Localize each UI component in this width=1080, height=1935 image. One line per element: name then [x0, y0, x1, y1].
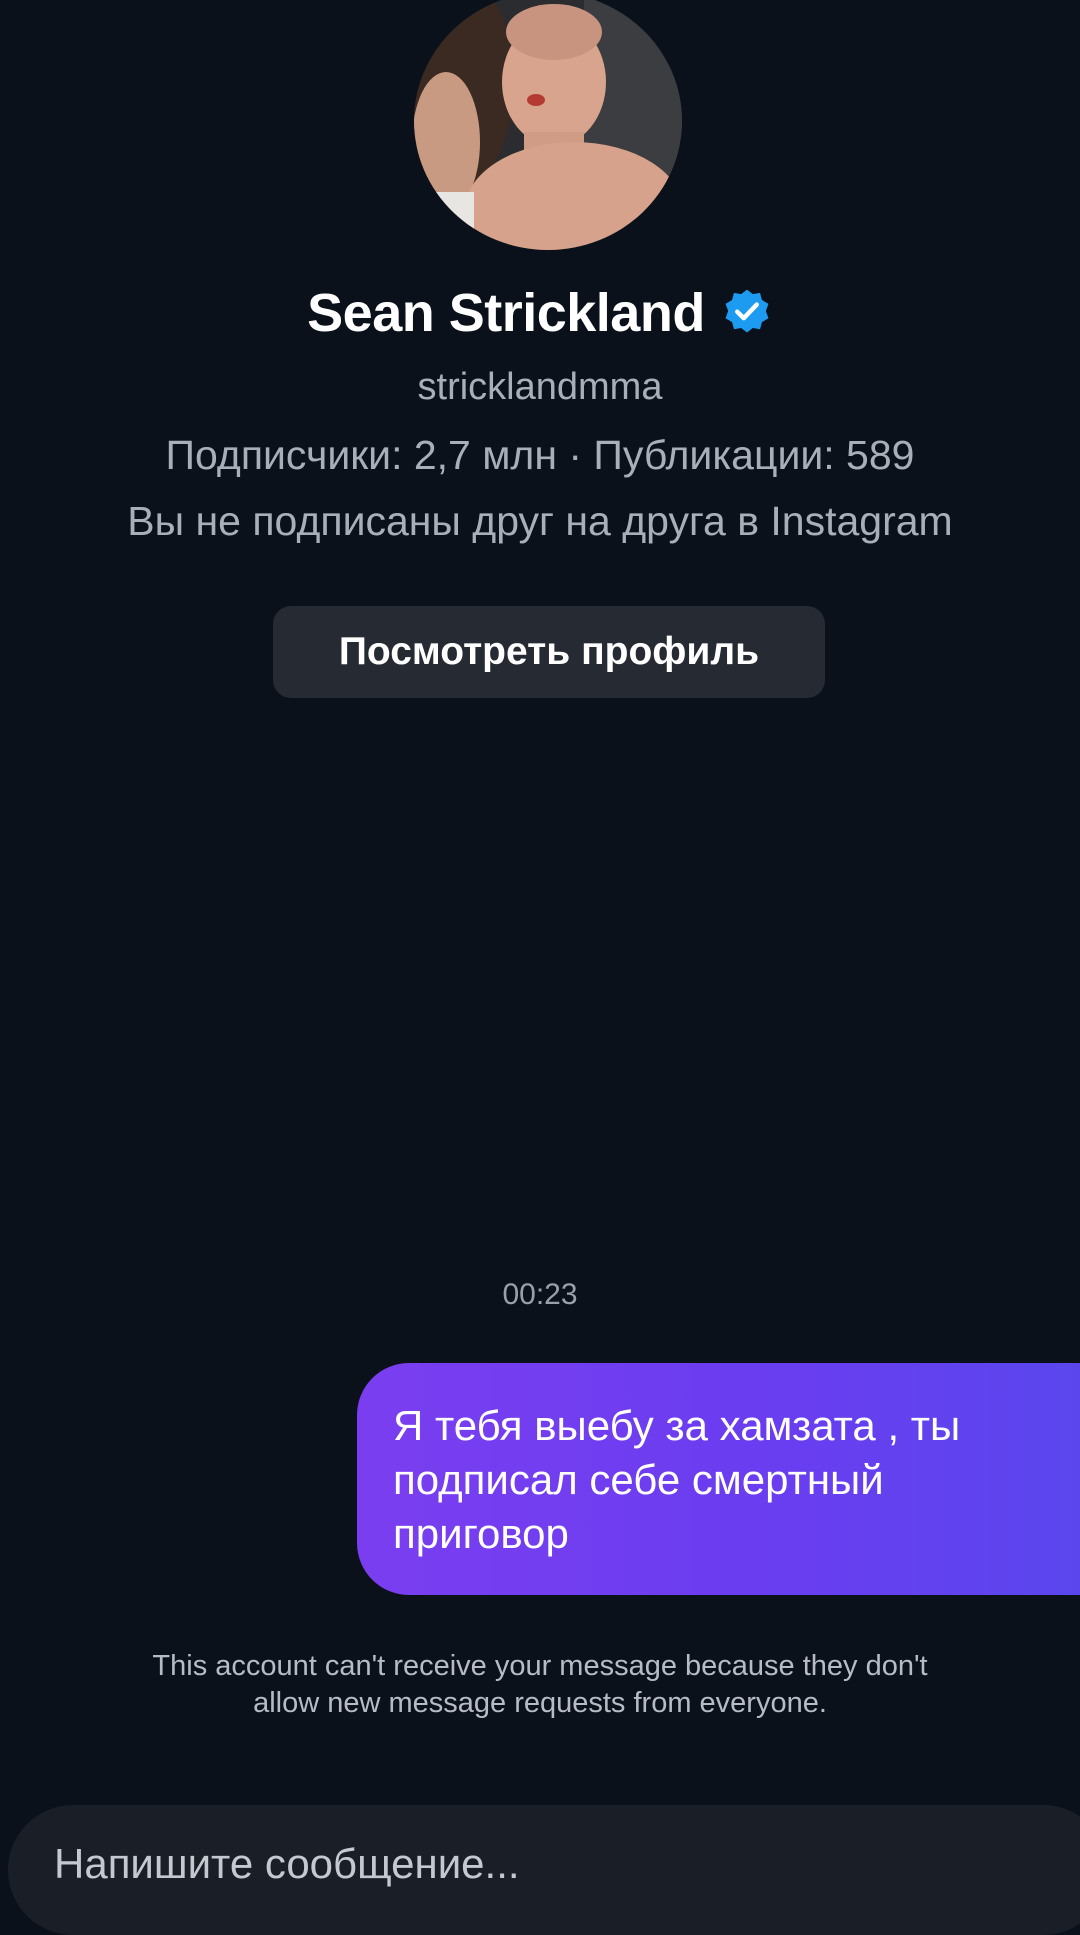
profile-username: stricklandmma: [417, 366, 663, 408]
profile-avatar[interactable]: [414, 0, 682, 250]
message-timestamp: 00:23: [502, 1278, 578, 1311]
profile-name-row: Sean Strickland: [0, 280, 1080, 346]
message-delivery-notice: This account can't receive your message …: [152, 1650, 928, 1719]
avatar-photo: [414, 0, 682, 250]
message-input[interactable]: [54, 1840, 954, 1888]
profile-stats: Подписчики: 2,7 млн · Публикации: 589: [165, 432, 915, 478]
profile-relationship-status: Вы не подписаны друг на друга в Instagra…: [127, 498, 953, 544]
profile-display-name: Sean Strickland: [307, 283, 705, 343]
view-profile-button[interactable]: Посмотреть профиль: [273, 606, 825, 698]
sent-message-bubble[interactable]: Я тебя выебу за хамзата , ты подписал се…: [357, 1363, 1080, 1595]
verified-badge-icon: [725, 289, 769, 333]
